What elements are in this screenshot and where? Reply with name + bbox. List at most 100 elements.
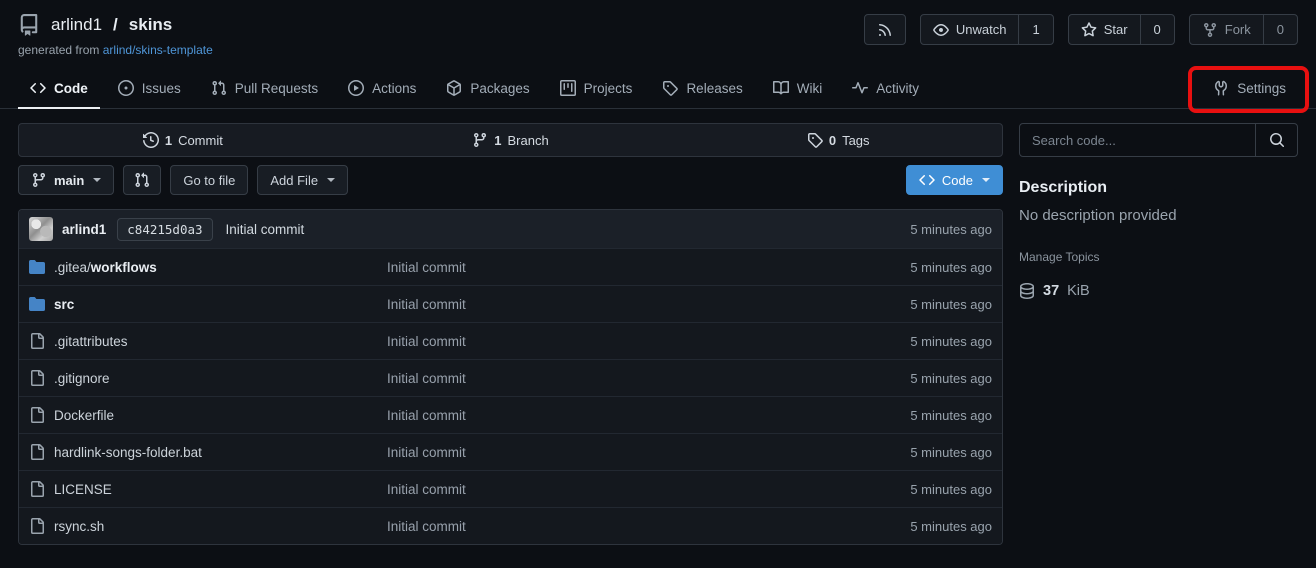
file-row: .gitea/workflows Initial commit 5 minute…: [19, 248, 1002, 285]
branch-icon: [31, 172, 47, 188]
watch-count[interactable]: 1: [1018, 15, 1052, 44]
history-icon: [143, 132, 159, 148]
tab-wiki[interactable]: Wiki: [761, 70, 835, 109]
database-icon: [1019, 283, 1035, 299]
avatar[interactable]: [29, 217, 53, 241]
repo-action-buttons: Unwatch 1 Star 0 Fork 0: [864, 14, 1298, 45]
search-input[interactable]: [1020, 124, 1255, 156]
tab-actions[interactable]: Actions: [336, 70, 428, 109]
file-row: LICENSE Initial commit 5 minutes ago: [19, 470, 1002, 507]
code-download-button[interactable]: Code: [906, 165, 1003, 195]
tag-icon: [662, 80, 678, 96]
branches-stat[interactable]: 1Branch: [347, 124, 675, 156]
file-name-link[interactable]: src: [54, 297, 74, 312]
eye-icon: [933, 22, 949, 38]
tab-code[interactable]: Code: [18, 70, 100, 109]
file-commit-message[interactable]: Initial commit: [387, 371, 466, 386]
fork-button[interactable]: Fork: [1190, 15, 1263, 44]
main-column: 1Commit 1Branch 0Tags main Go to file: [18, 123, 1003, 545]
fork-icon: [1202, 22, 1218, 38]
rss-icon: [877, 22, 893, 38]
commit-time: 5 minutes ago: [910, 222, 992, 237]
repo-size-unit: KiB: [1067, 283, 1090, 299]
file-time: 5 minutes ago: [910, 260, 992, 275]
tab-issues[interactable]: Issues: [106, 70, 193, 109]
code-search-group: [1019, 123, 1298, 157]
file-name-link[interactable]: LICENSE: [54, 482, 112, 497]
tab-releases[interactable]: Releases: [650, 70, 754, 109]
file-name-link[interactable]: .gitattributes: [54, 334, 128, 349]
repo-owner-link[interactable]: arlind1: [51, 15, 102, 35]
tab-activity[interactable]: Activity: [840, 70, 931, 109]
file-commit-message[interactable]: Initial commit: [387, 445, 466, 460]
tab-pull-requests[interactable]: Pull Requests: [199, 70, 330, 109]
add-file-button[interactable]: Add File: [257, 165, 348, 195]
package-icon: [446, 80, 462, 96]
tab-packages[interactable]: Packages: [434, 70, 541, 109]
template-repo-link[interactable]: arlind/skins-template: [103, 43, 213, 57]
commit-hash-badge[interactable]: c84215d0a3: [117, 218, 212, 241]
repo-title: arlind1 / skins: [18, 14, 213, 36]
repo-tab-bar: Code Issues Pull Requests Actions Packag…: [0, 70, 1316, 109]
fork-count[interactable]: 0: [1263, 15, 1297, 44]
file-icon: [29, 333, 45, 349]
repo-icon: [18, 14, 40, 36]
project-board-icon: [560, 80, 576, 96]
search-icon: [1269, 132, 1285, 148]
file-name-link[interactable]: hardlink-songs-folder.bat: [54, 445, 202, 460]
issue-icon: [118, 80, 134, 96]
file-row: hardlink-songs-folder.bat Initial commit…: [19, 433, 1002, 470]
file-name-link[interactable]: .gitea/workflows: [54, 260, 157, 275]
file-name-link[interactable]: Dockerfile: [54, 408, 114, 423]
star-icon: [1081, 22, 1097, 38]
chevron-down-icon: [93, 178, 101, 182]
commit-message-link[interactable]: Initial commit: [226, 222, 305, 237]
description-heading: Description: [1019, 179, 1298, 197]
file-name-link[interactable]: rsync.sh: [54, 519, 104, 534]
code-icon: [919, 172, 935, 188]
commit-author-link[interactable]: arlind1: [62, 222, 106, 237]
star-button[interactable]: Star: [1069, 15, 1140, 44]
commits-stat[interactable]: 1Commit: [19, 124, 347, 156]
rss-button[interactable]: [864, 14, 906, 45]
repo-name-link[interactable]: skins: [129, 15, 172, 35]
book-icon: [773, 80, 789, 96]
file-row: src Initial commit 5 minutes ago: [19, 285, 1002, 322]
star-count[interactable]: 0: [1140, 15, 1174, 44]
file-time: 5 minutes ago: [910, 482, 992, 497]
generated-from: generated from arlind/skins-template: [18, 43, 213, 57]
file-commit-message[interactable]: Initial commit: [387, 482, 466, 497]
tab-settings[interactable]: Settings: [1201, 70, 1298, 109]
file-time: 5 minutes ago: [910, 297, 992, 312]
file-commit-message[interactable]: Initial commit: [387, 260, 466, 275]
file-row: .gitignore Initial commit 5 minutes ago: [19, 359, 1002, 396]
file-name-link[interactable]: .gitignore: [54, 371, 110, 386]
code-icon: [30, 80, 46, 96]
unwatch-button[interactable]: Unwatch: [921, 15, 1019, 44]
file-commit-message[interactable]: Initial commit: [387, 297, 466, 312]
latest-commit-row: arlind1 c84215d0a3 Initial commit 5 minu…: [19, 210, 1002, 248]
play-circle-icon: [348, 80, 364, 96]
go-to-file-button[interactable]: Go to file: [170, 165, 248, 195]
file-commit-message[interactable]: Initial commit: [387, 334, 466, 349]
compare-button[interactable]: [123, 165, 161, 195]
file-commit-message[interactable]: Initial commit: [387, 408, 466, 423]
tags-stat[interactable]: 0Tags: [674, 124, 1002, 156]
search-button[interactable]: [1255, 124, 1297, 156]
branch-icon: [472, 132, 488, 148]
chevron-down-icon: [982, 178, 990, 182]
file-row: rsync.sh Initial commit 5 minutes ago: [19, 507, 1002, 544]
repo-header: arlind1 / skins generated from arlind/sk…: [0, 0, 1316, 57]
branch-selector[interactable]: main: [18, 165, 114, 195]
wrench-icon: [1213, 80, 1229, 96]
tab-projects[interactable]: Projects: [548, 70, 645, 109]
repo-toolbar: main Go to file Add File Code: [18, 165, 1003, 195]
star-group: Star 0: [1068, 14, 1175, 45]
chevron-down-icon: [327, 178, 335, 182]
file-icon: [29, 481, 45, 497]
repo-stats-bar: 1Commit 1Branch 0Tags: [18, 123, 1003, 157]
file-commit-message[interactable]: Initial commit: [387, 519, 466, 534]
manage-topics-link[interactable]: Manage Topics: [1019, 250, 1100, 264]
file-row: Dockerfile Initial commit 5 minutes ago: [19, 396, 1002, 433]
folder-icon: [29, 259, 45, 275]
